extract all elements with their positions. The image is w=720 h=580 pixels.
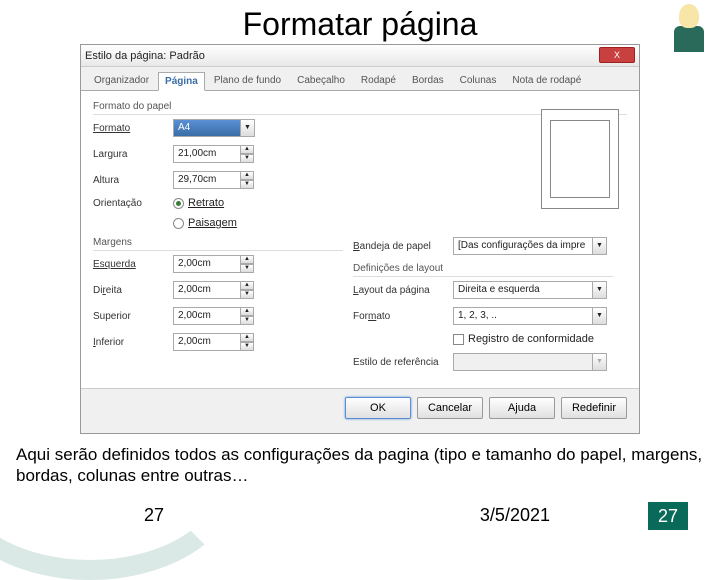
width-value[interactable]: 21,00cm xyxy=(173,145,241,163)
spin-down-icon[interactable]: ▼ xyxy=(240,180,254,189)
footer-date: 3/5/2021 xyxy=(480,505,550,526)
refstyle-value xyxy=(453,353,593,371)
chevron-down-icon[interactable]: ▼ xyxy=(593,281,607,299)
chevron-down-icon[interactable]: ▼ xyxy=(593,237,607,255)
dialog-title: Estilo da página: Padrão xyxy=(85,50,205,62)
label-largura: Largura xyxy=(93,149,173,160)
register-checkbox[interactable] xyxy=(453,334,464,345)
tab-bordas[interactable]: Bordas xyxy=(405,71,451,90)
titlebar: Estilo da página: Padrão X xyxy=(81,45,639,67)
slide-title: Formatar página xyxy=(0,0,720,43)
left-margin-spinner[interactable]: 2,00cm ▲▼ xyxy=(173,255,254,273)
spin-down-icon[interactable]: ▼ xyxy=(240,316,254,325)
left-margin-value[interactable]: 2,00cm xyxy=(173,255,241,273)
group-layout: Definições de layout xyxy=(353,263,613,277)
label-layout-pagina: Layout da página xyxy=(353,285,453,296)
chevron-down-icon[interactable]: ▼ xyxy=(241,119,255,137)
spin-up-icon[interactable]: ▲ xyxy=(240,281,254,290)
label-esquerda: Esquerda xyxy=(93,259,173,270)
tab-cabecalho[interactable]: Cabeçalho xyxy=(290,71,352,90)
height-spinner[interactable]: 29,70cm ▲▼ xyxy=(173,171,254,189)
format-dropdown[interactable]: A4 ▼ xyxy=(173,119,255,137)
help-button[interactable]: Ajuda xyxy=(489,397,555,419)
top-margin-spinner[interactable]: 2,00cm ▲▼ xyxy=(173,307,254,325)
group-margens: Margens xyxy=(93,237,343,251)
spin-up-icon[interactable]: ▲ xyxy=(240,145,254,154)
spin-down-icon[interactable]: ▼ xyxy=(240,342,254,351)
layout-dropdown[interactable]: Direita e esquerda ▼ xyxy=(453,281,607,299)
spin-down-icon[interactable]: ▼ xyxy=(240,154,254,163)
chevron-down-icon: ▼ xyxy=(593,353,607,371)
spin-up-icon[interactable]: ▲ xyxy=(240,171,254,180)
tab-colunas[interactable]: Colunas xyxy=(453,71,504,90)
footer-page-left: 27 xyxy=(144,505,164,526)
spin-up-icon[interactable]: ▲ xyxy=(240,255,254,264)
label-altura: Altura xyxy=(93,175,173,186)
width-spinner[interactable]: 21,00cm ▲▼ xyxy=(173,145,254,163)
format-value: A4 xyxy=(173,119,241,137)
label-orientacao: Orientação xyxy=(93,198,173,209)
slide-caption: Aqui serão definidos todos as configuraç… xyxy=(16,444,704,487)
spin-up-icon[interactable]: ▲ xyxy=(240,333,254,342)
tab-organizador[interactable]: Organizador xyxy=(87,71,156,90)
spin-down-icon[interactable]: ▼ xyxy=(240,264,254,273)
label-direita: Direita xyxy=(93,285,173,296)
ok-button[interactable]: OK xyxy=(345,397,411,419)
tray-value: [Das configurações da impre xyxy=(453,237,593,255)
label-formato-num: Formato xyxy=(353,311,453,322)
tab-pagina[interactable]: Página xyxy=(158,72,205,91)
refstyle-dropdown: ▼ xyxy=(453,353,607,371)
label-registro: Registro de conformidade xyxy=(468,333,594,345)
label-inferior: Inferior xyxy=(93,337,173,348)
cartoon-character xyxy=(666,4,712,60)
numformat-value: 1, 2, 3, .. xyxy=(453,307,593,325)
page-preview xyxy=(541,109,619,209)
numformat-dropdown[interactable]: 1, 2, 3, .. ▼ xyxy=(453,307,607,325)
chevron-down-icon[interactable]: ▼ xyxy=(593,307,607,325)
bottom-margin-spinner[interactable]: 2,00cm ▲▼ xyxy=(173,333,254,351)
right-margin-value[interactable]: 2,00cm xyxy=(173,281,241,299)
spin-down-icon[interactable]: ▼ xyxy=(240,290,254,299)
bottom-margin-value[interactable]: 2,00cm xyxy=(173,333,241,351)
close-button[interactable]: X xyxy=(599,47,635,63)
label-bandeja: Bandeja de papel xyxy=(353,241,453,252)
spin-up-icon[interactable]: ▲ xyxy=(240,307,254,316)
label-retrato: Retrato xyxy=(188,197,224,209)
label-paisagem: Paisagem xyxy=(188,217,237,229)
footer-page-badge: 27 xyxy=(648,502,688,530)
page-style-dialog: Estilo da página: Padrão X Organizador P… xyxy=(80,44,640,434)
cancel-button[interactable]: Cancelar xyxy=(417,397,483,419)
tray-dropdown[interactable]: [Das configurações da impre ▼ xyxy=(453,237,607,255)
page-panel: Formato do papel Formato A4 ▼ Largura 21… xyxy=(81,91,639,411)
reset-button[interactable]: Redefinir xyxy=(561,397,627,419)
radio-retrato[interactable] xyxy=(173,198,184,209)
tab-rodape[interactable]: Rodapé xyxy=(354,71,403,90)
tab-strip: Organizador Página Plano de fundo Cabeça… xyxy=(81,67,639,91)
tab-nota-rodape[interactable]: Nota de rodapé xyxy=(505,71,588,90)
dialog-buttons: OK Cancelar Ajuda Redefinir xyxy=(81,388,639,427)
layout-value: Direita e esquerda xyxy=(453,281,593,299)
label-superior: Superior xyxy=(93,311,173,322)
right-margin-spinner[interactable]: 2,00cm ▲▼ xyxy=(173,281,254,299)
tab-plano-fundo[interactable]: Plano de fundo xyxy=(207,71,288,90)
height-value[interactable]: 29,70cm xyxy=(173,171,241,189)
top-margin-value[interactable]: 2,00cm xyxy=(173,307,241,325)
label-formato: Formato xyxy=(93,123,173,134)
radio-paisagem[interactable] xyxy=(173,218,184,229)
label-estilo-ref: Estilo de referência xyxy=(353,357,453,368)
